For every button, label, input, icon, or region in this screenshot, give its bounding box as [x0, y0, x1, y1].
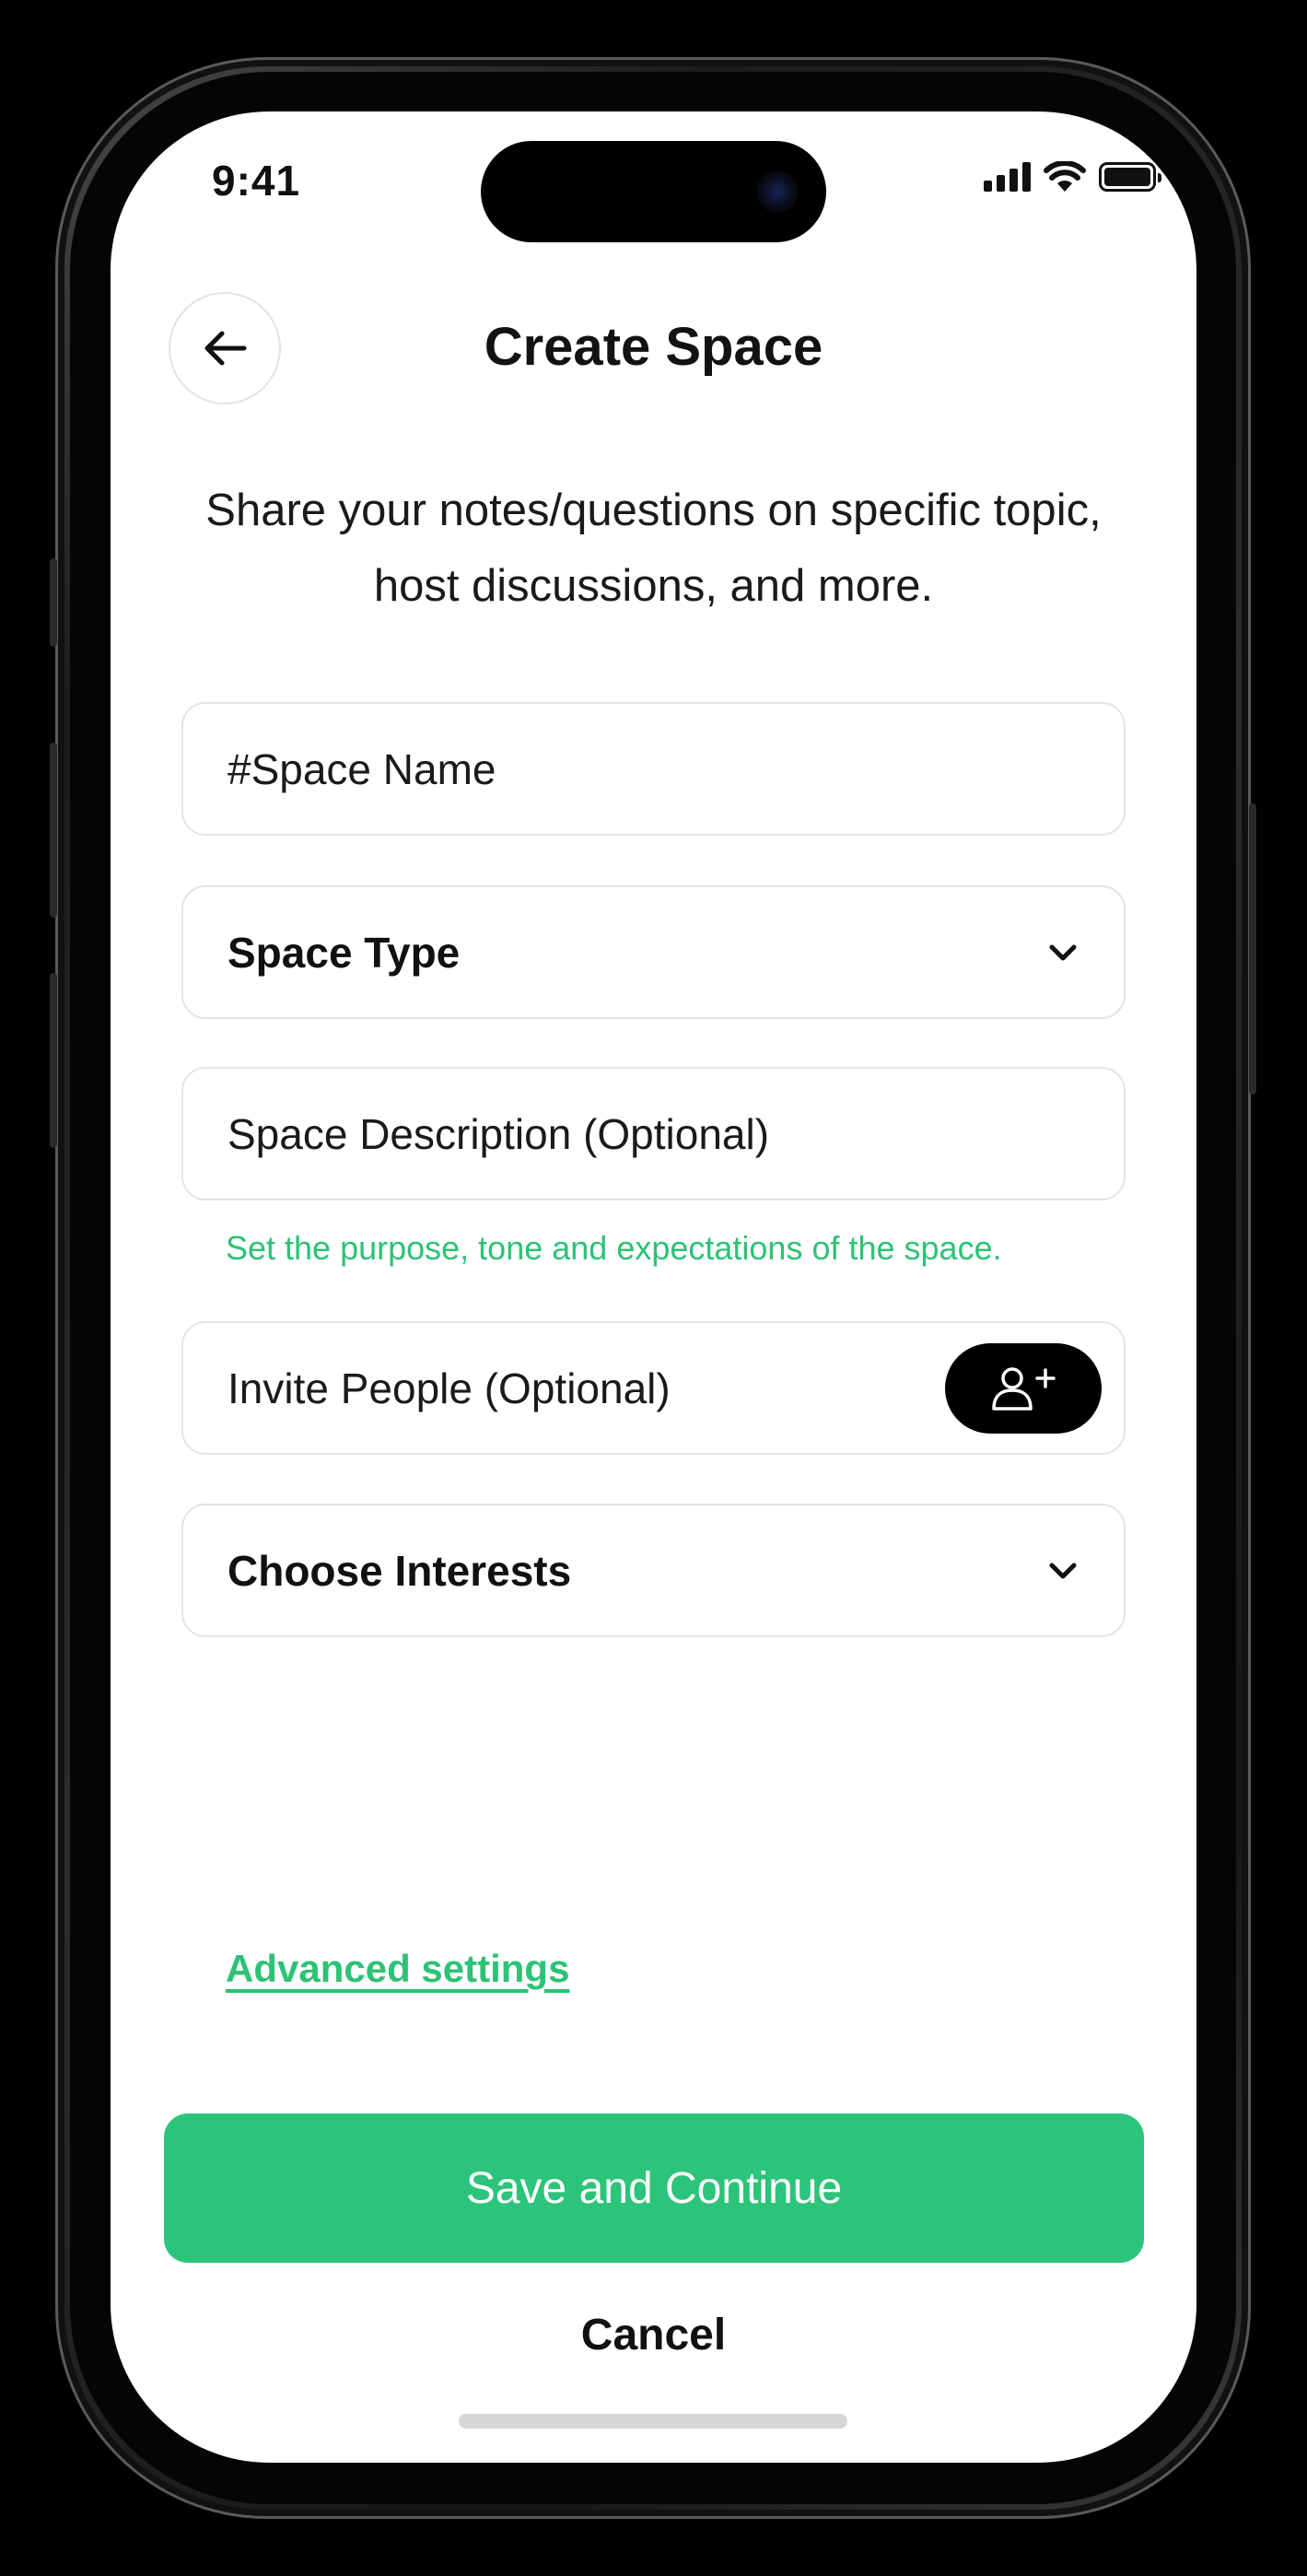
screen: 9:41 Create Space Share your notes/quest…	[111, 111, 1196, 2463]
description-helper-text: Set the purpose, tone and expectations o…	[226, 1229, 1002, 1267]
front-camera	[756, 170, 799, 213]
choose-interests-label: Choose Interests	[228, 1546, 572, 1595]
page-subtitle: Share your notes/questions on specific t…	[205, 486, 1102, 611]
chevron-down-icon	[1046, 1554, 1079, 1587]
cancel-button[interactable]: Cancel	[111, 2310, 1196, 2360]
space-name-input[interactable]: #Space Name	[181, 702, 1126, 836]
silent-switch	[50, 558, 57, 647]
cellular-signal-icon	[984, 162, 1031, 192]
power-button	[1249, 803, 1256, 1095]
space-type-select[interactable]: Space Type	[181, 885, 1126, 1019]
volume-down-button	[50, 973, 57, 1148]
chevron-down-icon	[1046, 936, 1079, 969]
advanced-settings-link[interactable]: Advanced settings	[226, 1947, 569, 1991]
add-user-icon	[992, 1367, 1056, 1411]
dynamic-island	[481, 141, 826, 242]
volume-up-button	[50, 743, 57, 918]
space-type-label: Space Type	[228, 928, 461, 977]
battery-icon	[1099, 162, 1161, 192]
save-and-continue-button[interactable]: Save and Continue	[164, 2113, 1144, 2263]
space-name-placeholder: #Space Name	[228, 744, 496, 793]
invite-people-field[interactable]: Invite People (Optional)	[181, 1321, 1126, 1455]
status-icons	[984, 161, 1161, 193]
space-description-input[interactable]: Space Description (Optional)	[181, 1067, 1126, 1200]
wifi-icon	[1044, 161, 1086, 192]
space-description-placeholder: Space Description (Optional)	[228, 1109, 770, 1158]
choose-interests-select[interactable]: Choose Interests	[181, 1504, 1126, 1637]
status-time: 9:41	[212, 157, 301, 205]
invite-people-button[interactable]	[945, 1343, 1102, 1434]
home-indicator	[459, 2414, 847, 2429]
page-title: Create Space	[484, 317, 823, 377]
